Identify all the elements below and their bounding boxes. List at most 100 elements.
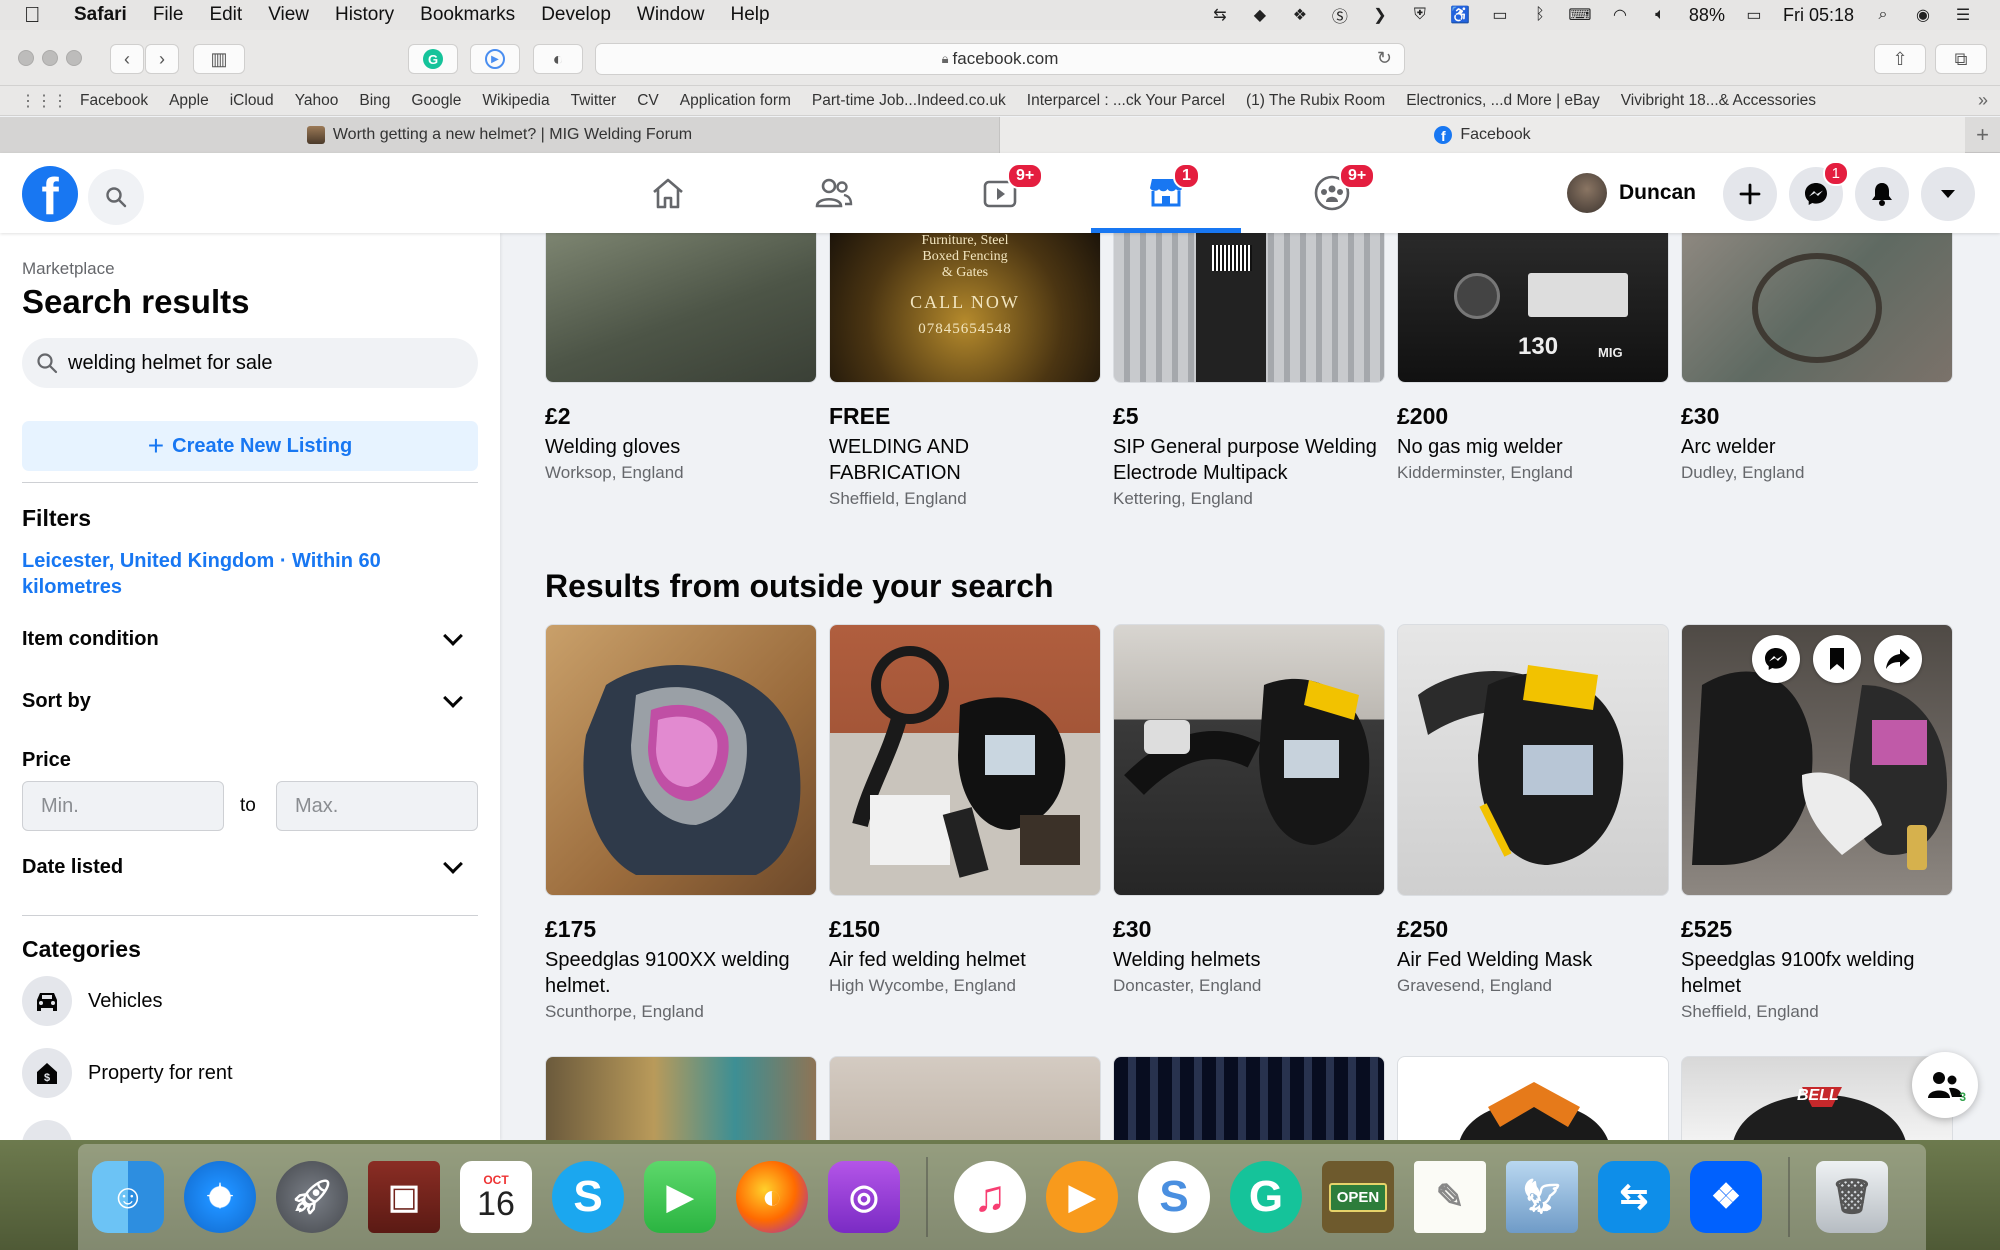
facetime-icon[interactable]: ▶ <box>644 1161 716 1233</box>
bookmark-item[interactable]: Apple <box>169 92 209 110</box>
listing-card[interactable]: £175 Speedglas 9100XX welding helmet. Sc… <box>545 624 817 1022</box>
launchpad-rocket-icon[interactable]: 🚀︎ <box>276 1161 348 1233</box>
tab-facebook[interactable]: f Facebook <box>1000 117 1965 153</box>
bookmark-item[interactable]: iCloud <box>230 92 274 110</box>
tab-overview-icon[interactable]: ⧉ <box>1935 44 1987 74</box>
bookmark-item[interactable]: (1) The Rubix Room <box>1246 92 1385 110</box>
notification-center-icon[interactable]: ☰ <box>1952 4 1974 26</box>
skype-status-icon[interactable]: Ⓢ <box>1329 4 1351 26</box>
simplenote-icon[interactable]: S <box>1138 1161 1210 1233</box>
listing-image[interactable] <box>1681 624 1953 896</box>
listing-card[interactable]: BELL <box>1681 1056 1953 1140</box>
price-max-field[interactable]: Max. <box>276 781 478 831</box>
listing-image[interactable] <box>829 1056 1101 1140</box>
shield-icon[interactable]: ⛨ <box>1409 4 1431 26</box>
share-arrow-icon[interactable] <box>1874 635 1922 683</box>
menu-develop[interactable]: Develop <box>541 4 611 26</box>
facebook-search-icon[interactable] <box>88 169 144 225</box>
facebook-logo-icon[interactable]: f <box>22 166 78 222</box>
sort-by-dropdown[interactable]: Sort by <box>22 681 472 721</box>
listing-image[interactable] <box>1113 624 1385 896</box>
grammarly-extension-icon[interactable]: G <box>408 44 458 74</box>
dropbox-icon[interactable]: ❖ <box>1289 4 1311 26</box>
window-close-button[interactable] <box>18 50 34 66</box>
bookmark-item[interactable]: Google <box>411 92 461 110</box>
favorites-grid-icon[interactable]: ⋮⋮⋮ <box>20 91 68 111</box>
chevron-status-icon[interactable]: ❯ <box>1369 4 1391 26</box>
breadcrumb[interactable]: Marketplace <box>22 259 115 279</box>
bookmark-item[interactable]: Application form <box>680 92 791 110</box>
battery-icon[interactable]: ▭ <box>1743 4 1765 26</box>
address-bar[interactable]: 🔒︎ facebook.com ↻ <box>595 43 1405 75</box>
listing-card[interactable]: £30 Arc welder Dudley, England <box>1681 233 1953 483</box>
listing-image[interactable] <box>545 1056 817 1140</box>
bookmark-item[interactable]: Interparcel : ...ck Your Parcel <box>1027 92 1225 110</box>
menu-file[interactable]: File <box>153 4 184 26</box>
listing-card[interactable] <box>829 1056 1101 1140</box>
teamviewer-dock-icon[interactable]: ⇆ <box>1598 1161 1670 1233</box>
listing-image[interactable] <box>545 624 817 896</box>
listing-card[interactable]: £5 SIP General purpose Welding Electrode… <box>1113 233 1385 509</box>
reload-icon[interactable]: ↻ <box>1377 48 1392 69</box>
clock[interactable]: Fri 05:18 <box>1783 5 1854 26</box>
listing-image[interactable]: Furniture, Steel Boxed Fencing & Gates C… <box>829 233 1101 383</box>
account-menu-caret-icon[interactable] <box>1921 167 1975 221</box>
safari-icon[interactable]: ✧ <box>184 1161 256 1233</box>
window-zoom-button[interactable] <box>66 50 82 66</box>
new-tab-icon[interactable]: + <box>1965 117 2000 153</box>
nav-marketplace-icon[interactable]: 1 <box>1091 153 1241 233</box>
finder-icon[interactable]: ☺ <box>92 1161 164 1233</box>
listing-image[interactable]: 130 MIG <box>1397 233 1669 383</box>
wifi-icon[interactable]: ◠ <box>1609 4 1631 26</box>
listing-image[interactable] <box>1397 624 1669 896</box>
location-filter-link[interactable]: Leicester, United Kingdom · Within 60 ki… <box>22 548 442 600</box>
nav-groups-icon[interactable]: 9+ <box>1257 153 1407 233</box>
share-icon[interactable]: ⇧ <box>1874 44 1926 74</box>
bookmark-item[interactable]: Twitter <box>571 92 617 110</box>
photo-booth-icon[interactable]: ▣ <box>368 1161 440 1233</box>
back-button[interactable]: ‹ <box>110 44 144 74</box>
listing-image[interactable] <box>829 624 1101 896</box>
listing-card[interactable]: £525 Speedglas 9100fx welding helmet She… <box>1681 624 1953 1022</box>
menu-view[interactable]: View <box>268 4 309 26</box>
sidebar-toggle-icon[interactable]: ▥ <box>193 44 245 74</box>
forward-button[interactable]: › <box>145 44 179 74</box>
new-message-contacts-button[interactable]: 3 <box>1912 1052 1978 1118</box>
bookmark-item[interactable]: Vivibright 18...& Accessories <box>1621 92 1816 110</box>
open-sign-icon[interactable]: OPEN <box>1322 1161 1394 1233</box>
podcasts-icon[interactable]: ◎ <box>828 1161 900 1233</box>
dropbox-status-icon[interactable]: ◆ <box>1249 4 1271 26</box>
listing-card[interactable]: £150 Air fed welding helmet High Wycombe… <box>829 624 1101 996</box>
itunes-icon[interactable]: ♫ <box>954 1161 1026 1233</box>
bookmark-item[interactable]: Yahoo <box>295 92 339 110</box>
apple-menu-icon[interactable]:  <box>24 2 60 28</box>
window-minimize-button[interactable] <box>42 50 58 66</box>
date-listed-dropdown[interactable]: Date listed <box>22 847 472 887</box>
calendar-icon[interactable]: OCT 16 <box>460 1161 532 1233</box>
category-vehicles[interactable]: Vehicles <box>22 975 163 1027</box>
create-new-listing-button[interactable]: + Create New Listing <box>22 421 478 471</box>
nav-home-icon[interactable] <box>593 153 743 233</box>
keyboard-icon[interactable]: ⌨ <box>1568 4 1591 26</box>
bookmark-item[interactable]: CV <box>637 92 659 110</box>
messenger-icon[interactable]: 1 <box>1789 161 1849 221</box>
tab-mig-forum[interactable]: Worth getting a new helmet? | MIG Weldin… <box>0 117 1000 153</box>
nav-friends-icon[interactable] <box>759 153 909 233</box>
spotlight-search-icon[interactable]: ⌕ <box>1872 4 1894 26</box>
extension-play-icon[interactable]: ▶ <box>470 44 520 74</box>
category-property-for-rent[interactable]: $ Property for rent <box>22 1047 233 1099</box>
listing-card[interactable]: £30 Welding helmets Doncaster, England <box>1113 624 1385 996</box>
dropbox-dock-icon[interactable]: ❖ <box>1690 1161 1762 1233</box>
airplay-icon[interactable]: ▭ <box>1489 4 1511 26</box>
trash-icon[interactable]: 🗑︎ <box>1816 1161 1888 1233</box>
listing-card[interactable]: 130 MIG £200 No gas mig welder Kiddermin… <box>1397 233 1669 483</box>
notifications-bell-icon[interactable] <box>1855 167 1909 221</box>
listing-card[interactable] <box>545 1056 817 1140</box>
menu-history[interactable]: History <box>335 4 394 26</box>
listing-card[interactable]: £250 Air Fed Welding Mask Gravesend, Eng… <box>1397 624 1669 996</box>
privacy-report-icon[interactable]: ◐ <box>533 44 583 74</box>
menu-help[interactable]: Help <box>730 4 769 26</box>
price-min-field[interactable]: Min. <box>22 781 224 831</box>
bookmark-item[interactable]: Electronics, ...d More | eBay <box>1406 92 1600 110</box>
grammarly-icon[interactable]: G <box>1230 1161 1302 1233</box>
